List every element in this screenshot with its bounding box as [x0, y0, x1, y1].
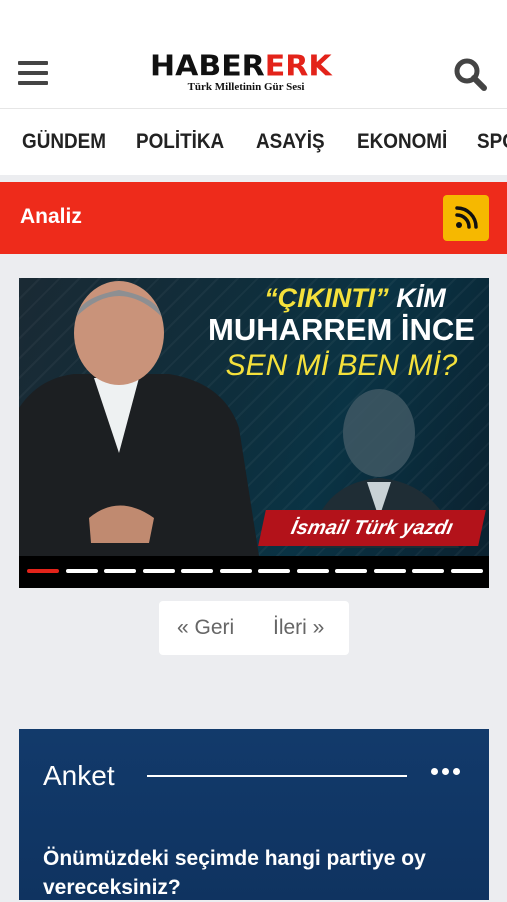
poll-title: Anket [43, 760, 115, 791]
slide-headline-line1: “ÇIKINTI” KİM [229, 282, 481, 314]
site-header: HABERERK Türk Milletinin Gür Sesi [0, 44, 507, 109]
slide-headline-line2: MUHARREM İNCE [208, 312, 475, 347]
site-logo[interactable]: HABERERK Türk Milletinin Gür Sesi [150, 49, 332, 93]
section-title: Analiz [20, 205, 82, 228]
more-options-icon[interactable] [431, 762, 465, 782]
slider-dot[interactable] [65, 569, 98, 573]
nav-item-ekonomi[interactable]: EKONOMİ [357, 130, 447, 154]
slide-headline-line3: SEN Mİ BEN Mİ? [225, 349, 458, 382]
slide-caption: İsmail Türk yazdı [258, 510, 486, 546]
slider-dot[interactable] [296, 569, 329, 573]
logo-text-red: ERK [264, 49, 332, 84]
poll-question: Önümüzdeki seçimde hangi partiye oy vere… [43, 847, 426, 899]
nav-item-politika[interactable]: POLİTİKA [136, 130, 224, 154]
logo-text: HABERERK [150, 49, 332, 84]
poll-divider [147, 775, 407, 777]
poll-widget: Anket Önümüzdeki seçimde hangi partiye o… [19, 729, 489, 900]
nav-item-gundem[interactable]: GÜNDEM [22, 130, 106, 154]
category-nav: GÜNDEM POLİTİKA ASAYİŞ EKONOMİ SPO [0, 109, 507, 175]
slider-pagination [19, 556, 489, 588]
hamburger-menu-icon[interactable] [18, 61, 48, 87]
nav-item-asayis[interactable]: ASAYİŞ [256, 130, 325, 154]
search-icon[interactable] [453, 57, 487, 91]
slider-dot[interactable] [142, 569, 175, 573]
logo-text-black: HABER [150, 49, 265, 84]
slider-dot[interactable] [27, 569, 59, 573]
prev-button[interactable]: « Geri [177, 616, 234, 640]
slide-headline-kim: KİM [388, 283, 446, 313]
slider-dot[interactable] [181, 569, 213, 573]
slider-dot[interactable] [258, 569, 290, 573]
next-button[interactable]: İleri » [273, 616, 324, 640]
slider-dot[interactable] [373, 569, 406, 573]
slider-dot[interactable] [450, 569, 483, 573]
featured-slider[interactable]: “ÇIKINTI” KİM MUHARREM İNCE SEN Mİ BEN M… [19, 278, 489, 588]
slider-dot[interactable] [219, 569, 252, 573]
nav-item-spor[interactable]: SPO [477, 130, 507, 154]
slider-pager: « Geri İleri » [159, 601, 349, 655]
rss-icon [455, 206, 478, 229]
status-area [0, 0, 507, 44]
slide-headline-quote: “ÇIKINTI” [264, 283, 389, 313]
section-header: Analiz [0, 182, 507, 254]
slider-dot[interactable] [335, 569, 367, 573]
slider-dot[interactable] [104, 569, 136, 573]
slider-dot[interactable] [412, 569, 444, 573]
rss-button[interactable] [443, 195, 489, 241]
